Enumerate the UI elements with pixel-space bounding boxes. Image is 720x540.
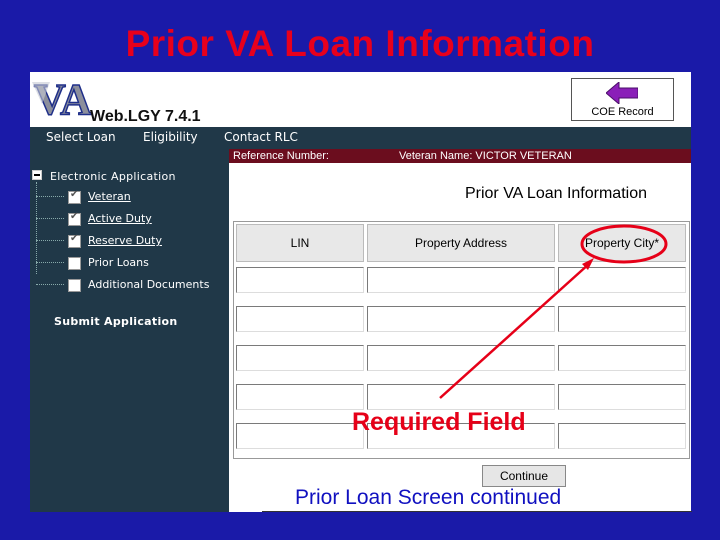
- arrow-left-icon: [606, 82, 638, 104]
- property-address-input[interactable]: [367, 267, 555, 293]
- app-name: Web.LGY 7.4.1: [90, 108, 201, 125]
- lin-input[interactable]: [236, 345, 364, 371]
- lin-input[interactable]: [236, 384, 364, 410]
- lin-input[interactable]: [236, 423, 364, 449]
- tree-connector: [36, 284, 64, 285]
- app-banner: VA Web.LGY 7.4.1 COE Record: [30, 72, 691, 127]
- checkbox-checked-icon[interactable]: [68, 189, 81, 204]
- coe-record-button[interactable]: COE Record: [571, 78, 674, 121]
- property-city-input[interactable]: [558, 306, 686, 332]
- continue-button[interactable]: Continue: [482, 465, 566, 487]
- collapse-minus-icon[interactable]: [32, 170, 42, 180]
- nav-eligibility[interactable]: Eligibility: [143, 130, 198, 144]
- property-city-input[interactable]: [558, 267, 686, 293]
- property-address-input[interactable]: [367, 384, 555, 410]
- property-city-input[interactable]: [558, 384, 686, 410]
- veteran-name-label: Veteran Name: VICTOR VETERAN: [399, 150, 572, 162]
- sidebar: Electronic Application Veteran Active Du…: [30, 149, 229, 512]
- submit-application-link[interactable]: Submit Application: [54, 315, 178, 328]
- property-address-input[interactable]: [367, 345, 555, 371]
- tree-connector: [36, 218, 64, 219]
- required-field-annotation: Required Field: [352, 408, 526, 436]
- caption-underline: Prior Loan Screen continued: [262, 485, 692, 512]
- application-window: VA Web.LGY 7.4.1 COE Record Select Loan …: [30, 72, 691, 512]
- tree-connector: [36, 240, 64, 241]
- sidebar-item-label[interactable]: Reserve Duty: [88, 234, 162, 247]
- form-title: Prior VA Loan Information: [464, 185, 647, 202]
- sidebar-item-label[interactable]: Prior Loans: [88, 256, 149, 269]
- slide-caption: Prior Loan Screen continued: [295, 486, 562, 509]
- lin-input[interactable]: [236, 267, 364, 293]
- lin-input[interactable]: [236, 306, 364, 332]
- sidebar-item-label[interactable]: Additional Documents: [88, 278, 209, 291]
- slide-title: Prior VA Loan Information: [125, 23, 595, 64]
- nav-contact-rlc[interactable]: Contact RLC: [224, 130, 298, 144]
- property-city-input[interactable]: [558, 345, 686, 371]
- checkbox-unchecked-icon[interactable]: [68, 257, 81, 270]
- checkbox-checked-icon[interactable]: [68, 211, 81, 226]
- main-content: Prior VA Loan Information LIN Property A…: [229, 163, 691, 512]
- nav-select-loan[interactable]: Select Loan: [46, 130, 116, 144]
- column-header-property-city: Property City*: [558, 224, 686, 262]
- checkbox-checked-icon[interactable]: [68, 233, 81, 248]
- property-city-input[interactable]: [558, 423, 686, 449]
- checkbox-unchecked-icon[interactable]: [68, 279, 81, 292]
- tree-connector: [36, 196, 64, 197]
- reference-bar: Reference Number: Veteran Name: VICTOR V…: [229, 149, 691, 163]
- top-navbar: Select Loan Eligibility Contact RLC: [30, 127, 691, 149]
- reference-number-label: Reference Number:: [233, 150, 329, 162]
- sidebar-item-label[interactable]: Veteran: [88, 190, 131, 203]
- coe-record-label: COE Record: [591, 106, 654, 118]
- column-header-property-address: Property Address: [367, 224, 555, 262]
- sidebar-item-label[interactable]: Active Duty: [88, 212, 152, 225]
- property-address-input[interactable]: [367, 306, 555, 332]
- tree-connector: [36, 262, 64, 263]
- sidebar-tree-title[interactable]: Electronic Application: [50, 170, 176, 183]
- column-header-lin: LIN: [236, 224, 364, 262]
